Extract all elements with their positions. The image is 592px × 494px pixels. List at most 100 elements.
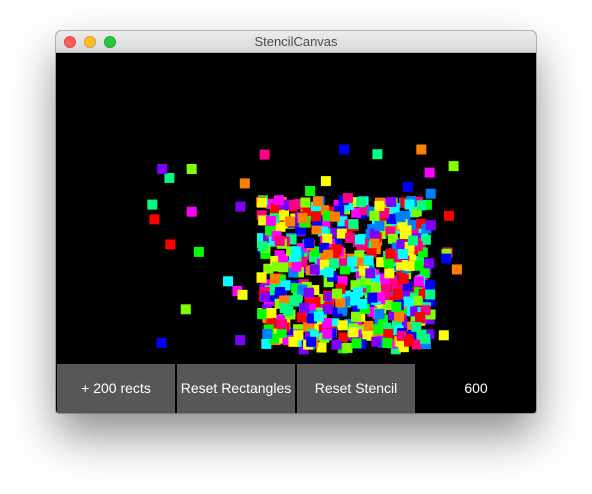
rectangle [262, 328, 273, 339]
rectangle [425, 280, 436, 291]
rectangle [402, 181, 413, 192]
rectangle [356, 196, 367, 207]
rectangle [370, 282, 381, 293]
rectangle [420, 333, 431, 344]
rectangle [332, 288, 342, 299]
rectangle [304, 238, 315, 249]
rectangle [223, 276, 233, 287]
rectangle [363, 320, 374, 331]
rectangle [425, 188, 436, 199]
rectangle [277, 319, 288, 330]
rectangle [256, 272, 267, 283]
rectangle [278, 262, 288, 273]
rectangle [329, 258, 339, 269]
rectangle [347, 256, 358, 267]
rectangle [367, 292, 378, 303]
rectangle [260, 292, 270, 303]
rectangle [424, 167, 435, 178]
rectangle [424, 258, 435, 269]
rectangle [274, 195, 284, 206]
rectangle [335, 297, 346, 308]
app-window: StencilCanvas + 200 rects Reset Rectangl… [56, 31, 536, 413]
rectangle [303, 287, 314, 298]
rectangle [444, 210, 454, 221]
rectangle [269, 274, 280, 285]
rectangle [313, 311, 324, 322]
rectangle [373, 324, 384, 335]
rectangle [193, 246, 204, 257]
rectangle [297, 212, 308, 223]
rectangle [329, 211, 340, 222]
rectangle [404, 199, 415, 210]
rectangle [351, 338, 362, 349]
rectangle [235, 335, 246, 346]
rectangle [342, 342, 353, 353]
rectangle [441, 253, 452, 264]
rectangle [385, 248, 396, 259]
rectangle [384, 268, 395, 279]
rectangle [149, 214, 160, 225]
rectangles-drawing [147, 144, 462, 355]
rectangle [147, 199, 158, 210]
title-bar[interactable]: StencilCanvas [56, 31, 536, 53]
rectangle [322, 304, 333, 315]
rectangle [374, 221, 385, 231]
rectangle [312, 196, 323, 207]
rectangle [274, 235, 285, 246]
rectangle [180, 304, 191, 315]
rectangle [157, 164, 168, 175]
rectangle [186, 164, 197, 174]
rectangle [357, 298, 368, 309]
rectangle [355, 234, 365, 245]
rect-count-label: 600 [464, 380, 488, 396]
stencil-canvas[interactable] [56, 53, 536, 363]
rectangle [311, 224, 322, 235]
rectangle [266, 308, 277, 318]
rectangle [309, 264, 320, 275]
rectangle [279, 303, 290, 314]
rectangle [323, 267, 334, 278]
rectangle [259, 149, 270, 160]
rectangle [265, 215, 276, 226]
rectangle [348, 327, 359, 338]
rectangle [339, 144, 350, 155]
rectangle [311, 211, 321, 222]
rectangle [320, 176, 331, 187]
rectangle [425, 289, 436, 300]
reset-stencil-button[interactable]: Reset Stencil [297, 364, 415, 413]
rectangle [235, 201, 246, 212]
rectangle [413, 260, 424, 271]
rectangle [365, 268, 376, 279]
rectangle [371, 336, 382, 347]
rectangle [331, 339, 342, 350]
rectangle [369, 210, 380, 221]
rectangle [416, 200, 427, 211]
rectangle [386, 196, 397, 207]
rectangle [285, 216, 296, 227]
rectangle [415, 312, 426, 323]
rectangle [395, 212, 406, 223]
rectangle [256, 197, 267, 208]
screen: StencilCanvas + 200 rects Reset Rectangl… [0, 0, 592, 494]
reset-rectangles-button[interactable]: Reset Rectangles [177, 364, 295, 413]
rectangle [345, 232, 356, 243]
rectangle [387, 233, 398, 244]
rectangle [438, 330, 449, 341]
rectangle [290, 246, 301, 257]
rectangle [351, 311, 361, 322]
rectangle [407, 235, 418, 246]
rectangle [404, 336, 414, 347]
control-bar: + 200 rects Reset Rectangles Reset Stenc… [56, 364, 536, 413]
rectangle [348, 219, 359, 230]
add-200-rects-button[interactable]: + 200 rects [57, 364, 175, 413]
rectangle [451, 264, 462, 275]
rectangle [382, 338, 393, 348]
rectangle [413, 276, 424, 287]
rectangle [306, 336, 317, 347]
rectangle [342, 193, 353, 204]
rectangle [372, 149, 383, 160]
rectangle [323, 249, 334, 260]
rectangle [383, 257, 394, 268]
rectangle [416, 144, 427, 155]
rectangle [448, 161, 459, 172]
